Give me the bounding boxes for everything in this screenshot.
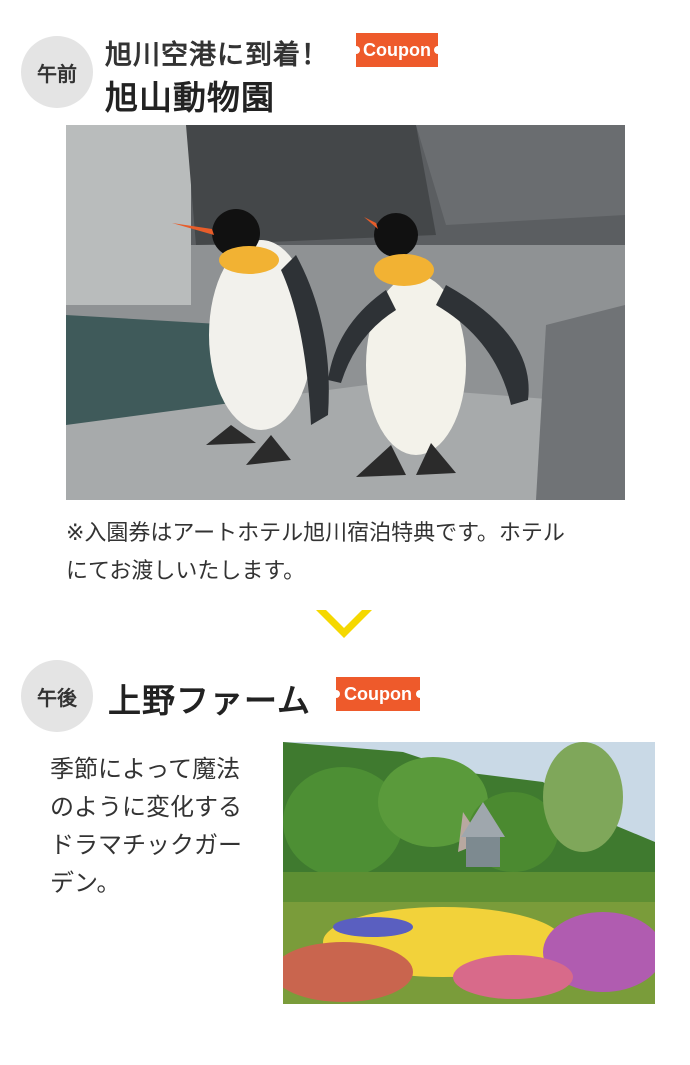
section-title: 上野ファーム (108, 681, 312, 720)
chevron-down-icon (314, 608, 374, 642)
section-title: 旭山動物園 (105, 78, 275, 117)
note-line-2: にてお渡しいたします。 (66, 559, 306, 584)
garden-desc-line-4: デン。 (50, 869, 121, 897)
section-subtitle: 旭川空港に到着！ (105, 40, 329, 71)
garden-photo (283, 742, 655, 1004)
penguin-photo (66, 125, 625, 500)
garden-desc-line-2: のように変化する (50, 793, 242, 821)
garden-desc-line-3: ドラマチックガー (50, 831, 242, 859)
time-badge-morning: 午前 (21, 36, 93, 108)
time-label: 午前 (37, 61, 77, 86)
coupon-tag[interactable]: Coupon (332, 677, 424, 711)
coupon-tag[interactable]: Coupon (352, 33, 442, 67)
time-label: 午後 (37, 685, 77, 710)
note-line-1: ※入園券はアートホテル旭川宿泊特典です。ホテル (66, 521, 565, 546)
time-badge-afternoon: 午後 (21, 660, 93, 732)
garden-desc-line-1: 季節によって魔法 (50, 755, 241, 783)
